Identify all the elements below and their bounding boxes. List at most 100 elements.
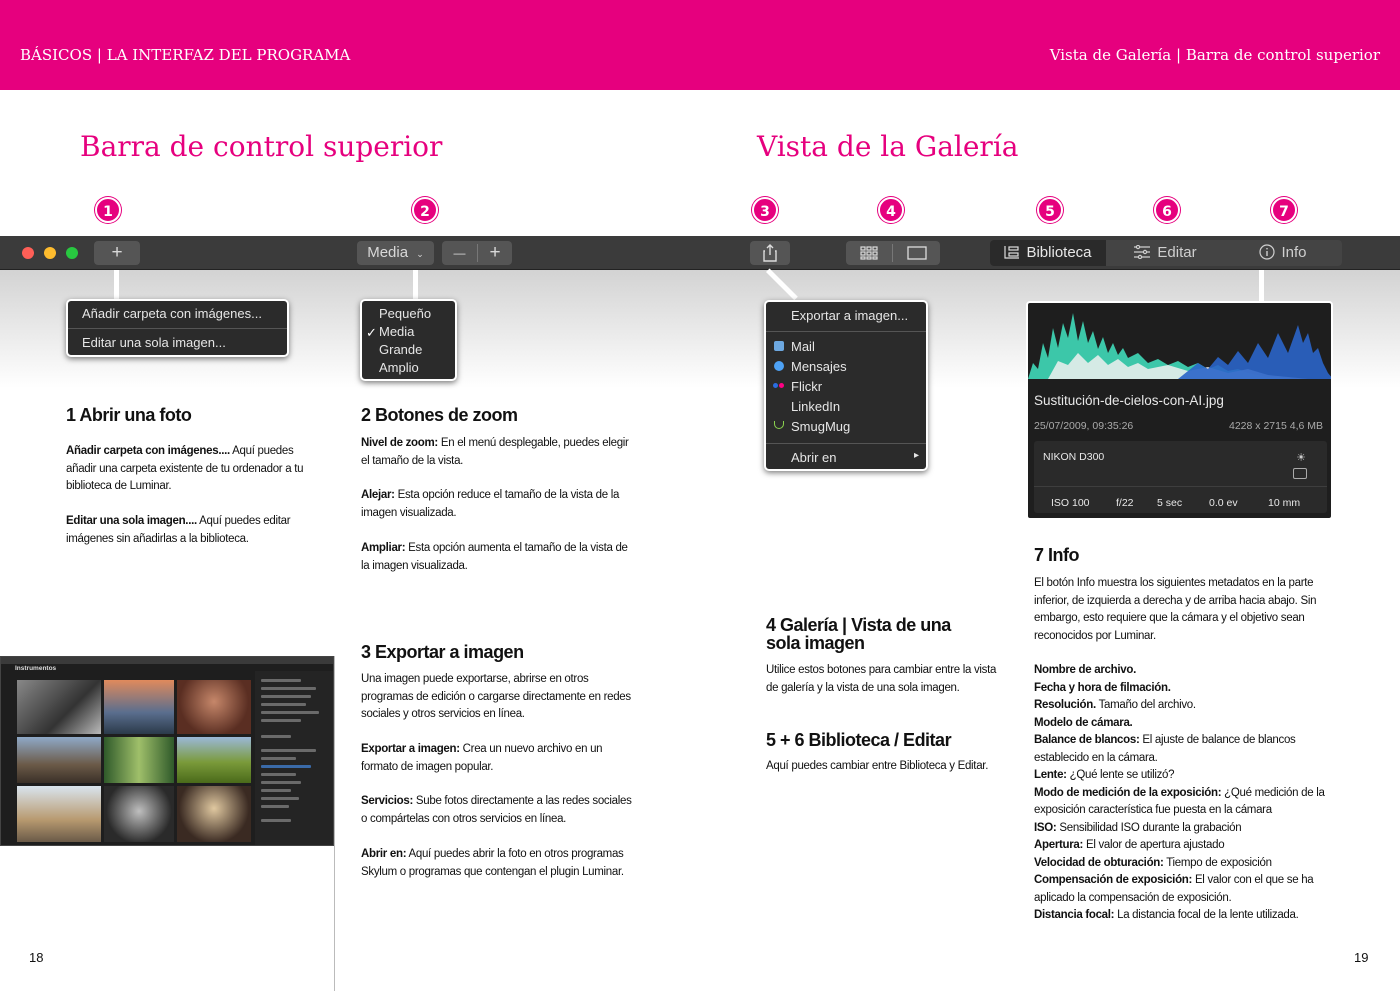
badge-6: 6 (1154, 197, 1180, 223)
menu-item-flickr[interactable]: Flickr (791, 379, 822, 394)
add-button[interactable]: + (94, 241, 140, 265)
info-details-divider (1034, 486, 1327, 487)
connector-2 (413, 270, 418, 300)
section-3-p3-bold: Servicios: (361, 795, 413, 807)
menu-item-linkedin[interactable]: LinkedIn (791, 399, 840, 414)
zoom-menu: ✓ Pequeño Media Grande Amplio (360, 299, 457, 381)
menu-item-grande[interactable]: Grande (379, 342, 422, 357)
info-panel: Sustitución-de-cielos-con-AI.jpg 25/07/2… (1026, 301, 1333, 520)
sidebar-line (261, 749, 316, 752)
gallery-thumbnail (104, 786, 174, 842)
sidebar-line (261, 805, 289, 808)
sidebar-line (261, 679, 301, 682)
sliders-icon (1134, 244, 1151, 260)
list-item-bold: Fecha y hora de filmación. (1034, 681, 1171, 694)
badge-4: 4 (878, 197, 904, 223)
minimize-window-button[interactable] (44, 247, 56, 259)
list-item: Resolución. Tamaño del archivo. (1034, 697, 1336, 715)
info-focal: 10 mm (1268, 497, 1301, 509)
share-icon (763, 244, 777, 262)
tab-editar[interactable]: Editar (1106, 240, 1224, 266)
menu-item-mensajes[interactable]: Mensajes (791, 359, 847, 374)
info-filename: Sustitución-de-cielos-con-AI.jpg (1034, 393, 1224, 408)
section-56-title: 5 + 6 Biblioteca / Editar (766, 730, 952, 750)
list-item-bold: Velocidad de obturación: (1034, 856, 1164, 869)
tab-info-label: Info (1281, 244, 1307, 261)
sidebar-line (261, 735, 291, 738)
header-band (0, 0, 1400, 90)
maximize-window-button[interactable] (66, 247, 78, 259)
view-toggle (846, 241, 940, 265)
title-right: Vista de la Galería (757, 130, 1019, 163)
section-2-p3-bold: Ampliar: (361, 542, 406, 554)
chevron-down-icon: ⌄ (416, 249, 424, 259)
list-item-text: La distancia focal de la lente utilizada… (1114, 909, 1299, 921)
menu-divider (766, 331, 926, 332)
tab-biblioteca-label: Biblioteca (1026, 244, 1092, 261)
menu-item-pequeno[interactable]: Pequeño (379, 306, 431, 321)
sidebar-line (261, 711, 319, 714)
close-window-button[interactable] (22, 247, 34, 259)
section-2-p1: Nivel de zoom: En el menú desplegable, p… (361, 435, 636, 470)
sidebar-line (261, 819, 291, 822)
menu-item-amplio[interactable]: Amplio (379, 360, 419, 375)
zoom-out-button[interactable]: — (442, 241, 477, 265)
section-4-title-line2: sola imagen (766, 633, 865, 653)
section-3-p2: Exportar a imagen: Crea un nuevo archivo… (361, 741, 636, 776)
menu-item-edit-single[interactable]: Editar una sola imagen... (82, 335, 226, 350)
menu-item-open-in[interactable]: Abrir en (791, 450, 837, 465)
list-item: Nombre de archivo. (1034, 662, 1336, 680)
check-icon: ✓ (366, 325, 377, 340)
header-left: BÁSICOS | LA INTERFAZ DEL PROGRAMA (20, 46, 351, 64)
menu-divider (68, 328, 287, 329)
section-3-p4: Abrir en: Aquí puedes abrir la foto en o… (361, 846, 636, 881)
menu-item-smugmug[interactable]: SmugMug (791, 419, 850, 434)
section-3-p4-bold: Abrir en: (361, 848, 407, 860)
zoom-select[interactable]: Media ⌄ (357, 241, 434, 265)
sidebar-line (261, 773, 296, 776)
screenshot-title: Instrumentos (15, 665, 57, 672)
section-4-title-line1: 4 Galería | Vista de una (766, 615, 951, 635)
info-filesize: 4,6 MB (1289, 420, 1323, 432)
section-4-p1: Utilice estos botones para cambiar entre… (766, 664, 997, 694)
screenshot-sidebar (255, 671, 333, 845)
section-2-title: 2 Botones de zoom (361, 405, 518, 425)
histogram (1028, 313, 1331, 379)
single-view-button[interactable] (893, 241, 940, 265)
list-item: ISO: Sensibilidad ISO durante la grabaci… (1034, 820, 1336, 838)
library-icon (1004, 246, 1020, 259)
menu-item-mail[interactable]: Mail (791, 339, 815, 354)
gallery-thumbnail (104, 737, 174, 783)
list-item: Modelo de cámara. (1034, 715, 1336, 733)
section-3-p1: Una imagen puede exportarse, abrirse en … (361, 673, 631, 720)
badge-1: 1 (95, 197, 121, 223)
list-item: Lente: ¿Qué lente se utilizó? (1034, 767, 1336, 785)
sidebar-line (261, 703, 306, 706)
section-1-p1-bold: Añadir carpeta con imágenes.... (66, 445, 230, 457)
section-1-p2: Editar una sola imagen.... Aquí puedes e… (66, 513, 324, 548)
chevron-right-icon: ▸ (914, 450, 920, 461)
list-item-bold: Distancia focal: (1034, 909, 1115, 921)
section-1-title: 1 Abrir una foto (66, 405, 192, 425)
connector-1 (114, 270, 119, 302)
section-3-p2-bold: Exportar a imagen: (361, 743, 460, 755)
gallery-view-button[interactable] (846, 241, 892, 265)
list-item-bold: Modelo de cámara. (1034, 716, 1133, 729)
tab-info[interactable]: Info (1224, 240, 1342, 266)
list-item-bold: Nombre de archivo. (1034, 664, 1136, 676)
header-right: Vista de Galería | Barra de control supe… (1049, 46, 1380, 64)
section-1-p2-bold: Editar una sola imagen.... (66, 515, 197, 527)
menu-item-add-folder[interactable]: Añadir carpeta con imágenes... (82, 306, 262, 321)
menu-item-media[interactable]: Media (379, 324, 414, 339)
list-item-bold: Lente: (1034, 769, 1067, 781)
menu-item-export[interactable]: Exportar a imagen... (791, 308, 908, 323)
gallery-thumbnail (104, 680, 174, 734)
zoom-in-button[interactable]: + (478, 241, 512, 265)
tab-biblioteca[interactable]: Biblioteca (990, 240, 1106, 266)
sidebar-line (261, 719, 301, 722)
badge-2: 2 (412, 197, 438, 223)
zoom-select-label: Media (367, 244, 409, 261)
tab-editar-label: Editar (1157, 244, 1197, 261)
share-button[interactable] (750, 241, 790, 265)
info-exposure: 0.0 ev (1209, 497, 1238, 509)
